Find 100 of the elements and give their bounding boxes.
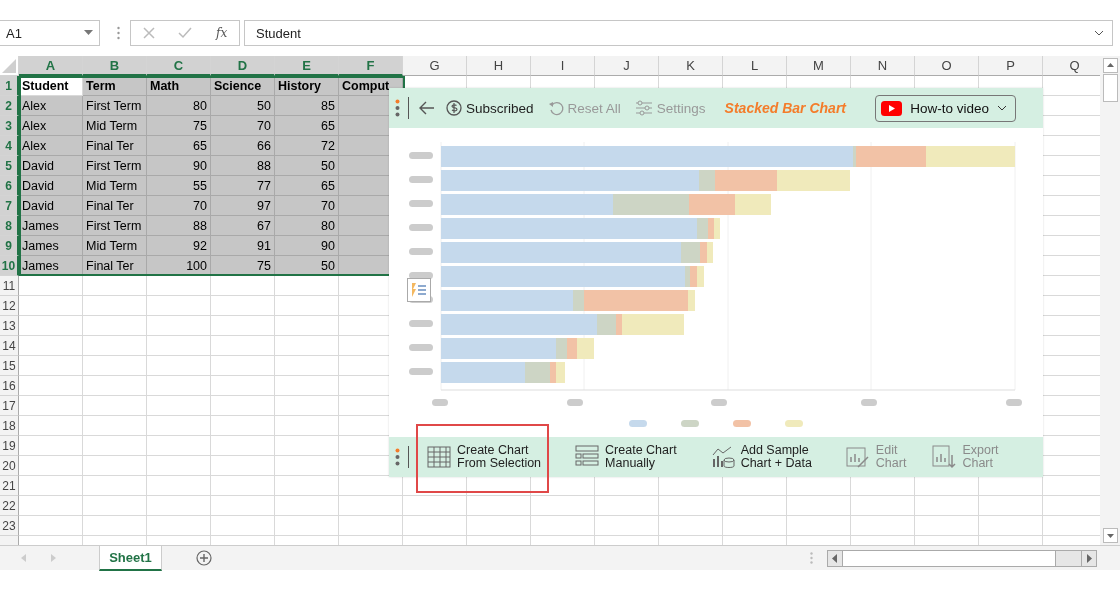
- table-cell: First Term: [83, 216, 147, 236]
- column-header[interactable]: N: [851, 56, 915, 76]
- table-cell: First Term: [83, 156, 147, 176]
- row-header[interactable]: 9: [0, 236, 19, 256]
- row-header[interactable]: 16: [0, 376, 19, 396]
- row-header[interactable]: 4: [0, 136, 19, 156]
- row-header[interactable]: 17: [0, 396, 19, 416]
- row-header[interactable]: 10: [0, 256, 19, 276]
- axis-label-placeholder: [409, 344, 433, 351]
- column-header[interactable]: F: [339, 56, 403, 76]
- formula-field[interactable]: Student: [244, 20, 1113, 46]
- row-header[interactable]: 19: [0, 436, 19, 456]
- table-cell: Alex: [19, 136, 83, 156]
- row-header[interactable]: 2: [0, 96, 19, 116]
- table-cell: Final Ter: [83, 256, 147, 276]
- scroll-down-icon[interactable]: [1102, 528, 1118, 543]
- axis-label-placeholder: [409, 152, 433, 159]
- add-sample-button[interactable]: Add Sample Chart + Data: [704, 439, 818, 475]
- sheet-tab[interactable]: Sheet1: [99, 546, 162, 571]
- column-header[interactable]: P: [979, 56, 1043, 76]
- row-header[interactable]: 15: [0, 356, 19, 376]
- table-cell: 55: [147, 176, 211, 196]
- row-header[interactable]: 7: [0, 196, 19, 216]
- table-cell: 50: [211, 96, 275, 116]
- table-cell: Mid Term: [83, 236, 147, 256]
- row-header[interactable]: 6: [0, 176, 19, 196]
- create-from-selection-button[interactable]: Create Chart From Selection: [421, 439, 548, 475]
- subscribed-button[interactable]: Subscribed: [443, 100, 537, 116]
- create-manually-button[interactable]: Create Chart Manually: [569, 439, 683, 475]
- column-header[interactable]: H: [467, 56, 531, 76]
- drag-handle-icon[interactable]: [395, 448, 400, 466]
- table-cell: David: [19, 156, 83, 176]
- row-header[interactable]: 23: [0, 516, 19, 536]
- table-cell: 50: [275, 156, 339, 176]
- select-all-icon[interactable]: [2, 59, 16, 73]
- column-header[interactable]: D: [211, 56, 275, 76]
- column-header[interactable]: L: [723, 56, 787, 76]
- column-header[interactable]: E: [275, 56, 339, 76]
- scrollbar-thumb[interactable]: [1102, 74, 1118, 102]
- column-header[interactable]: G: [403, 56, 467, 76]
- table-cell: 75: [147, 116, 211, 136]
- table-cell: Alex: [19, 96, 83, 116]
- chevron-down-icon: [997, 105, 1007, 111]
- dollar-icon: [446, 100, 462, 116]
- column-header[interactable]: O: [915, 56, 979, 76]
- axis-label-placeholder: [409, 248, 433, 255]
- table-cell: 65: [275, 116, 339, 136]
- table-cell: 80: [275, 216, 339, 236]
- column-header[interactable]: K: [659, 56, 723, 76]
- table-cell: Math: [147, 76, 211, 96]
- vertical-scrollbar[interactable]: [1100, 56, 1120, 545]
- next-sheet-icon[interactable]: [50, 553, 58, 563]
- scroll-left-icon[interactable]: [832, 553, 838, 563]
- column-header[interactable]: B: [83, 56, 147, 76]
- column-header[interactable]: Q: [1043, 56, 1100, 76]
- axis-label-placeholder: [409, 176, 433, 183]
- axis-label-placeholder: [409, 200, 433, 207]
- column-header[interactable]: I: [531, 56, 595, 76]
- table-cell: James: [19, 216, 83, 236]
- scroll-up-icon[interactable]: [1102, 58, 1118, 73]
- row-header[interactable]: 18: [0, 416, 19, 436]
- drag-handle-icon[interactable]: [395, 99, 400, 117]
- row-header[interactable]: 11: [0, 276, 19, 296]
- how-to-video-button[interactable]: How-to video: [875, 94, 1016, 122]
- previous-sheet-icon[interactable]: [19, 553, 27, 563]
- column-header[interactable]: A: [19, 56, 83, 76]
- table-cell: 90: [147, 156, 211, 176]
- table-cell: 72: [275, 136, 339, 156]
- row-header[interactable]: 12: [0, 296, 19, 316]
- insert-function-button[interactable]: fx: [216, 26, 228, 40]
- table-cell: Alex: [19, 116, 83, 136]
- row-header[interactable]: 1: [0, 76, 19, 96]
- row-header[interactable]: 8: [0, 216, 19, 236]
- row-header[interactable]: 14: [0, 336, 19, 356]
- row-header[interactable]: 22: [0, 496, 19, 516]
- edit-chart-icon: [845, 445, 870, 469]
- back-icon[interactable]: [419, 101, 435, 115]
- row-header[interactable]: 13: [0, 316, 19, 336]
- cancel-icon[interactable]: [142, 27, 155, 39]
- name-box[interactable]: A1: [0, 20, 100, 46]
- axis-label-placeholder: [567, 399, 583, 406]
- row-header[interactable]: 20: [0, 456, 19, 476]
- column-header[interactable]: C: [147, 56, 211, 76]
- legend-swatch: [733, 420, 751, 427]
- row-header[interactable]: 3: [0, 116, 19, 136]
- row-header[interactable]: 21: [0, 476, 19, 496]
- legend-swatch: [681, 420, 699, 427]
- enter-icon[interactable]: [178, 27, 193, 39]
- table-cell: 88: [147, 216, 211, 236]
- add-sheet-icon[interactable]: [196, 550, 212, 566]
- table-cell: 90: [275, 236, 339, 256]
- chart-style-icon[interactable]: [407, 278, 431, 302]
- table-cell: 70: [147, 196, 211, 216]
- more-icon: [117, 26, 120, 40]
- column-header[interactable]: J: [595, 56, 659, 76]
- scrollbar-thumb[interactable]: [843, 550, 1056, 566]
- scroll-right-icon[interactable]: [1086, 553, 1092, 563]
- column-header[interactable]: M: [787, 56, 851, 76]
- horizontal-scrollbar[interactable]: [827, 549, 1097, 567]
- row-header[interactable]: 5: [0, 156, 19, 176]
